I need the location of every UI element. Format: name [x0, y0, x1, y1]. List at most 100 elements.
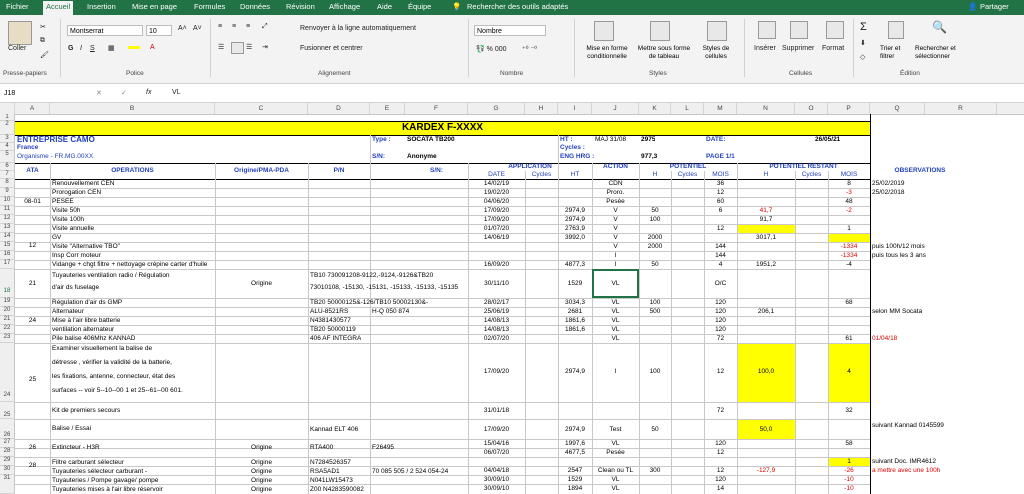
row-header[interactable]: 23: [0, 334, 15, 343]
col-header[interactable]: I: [558, 103, 592, 114]
align-bottom-icon[interactable]: ≡: [246, 23, 250, 30]
select-all[interactable]: [0, 103, 15, 114]
row-header[interactable]: 14: [0, 233, 15, 242]
orientation-icon[interactable]: ⤢: [262, 23, 268, 31]
col-header[interactable]: J: [592, 103, 639, 114]
row-header[interactable]: 31: [0, 475, 15, 494]
find-select-button[interactable]: Rechercher et sélectionner: [915, 45, 971, 61]
row-header[interactable]: 17: [0, 260, 15, 269]
row-header[interactable]: 10: [0, 197, 15, 206]
row-header[interactable]: 13: [0, 224, 15, 233]
border-icon[interactable]: ▦: [108, 44, 115, 52]
col-header[interactable]: E: [370, 103, 405, 114]
copy-icon[interactable]: ⧉: [40, 37, 45, 45]
tab-aide[interactable]: Aide: [377, 1, 392, 13]
tab-donnees[interactable]: Données: [240, 1, 270, 13]
enter-icon[interactable]: ✓: [121, 89, 127, 97]
spreadsheet-grid[interactable]: 1 2 3 4 5 6 7 8 9 10 11 12 13 14 15 16 1…: [0, 114, 1024, 494]
row-header[interactable]: 3: [0, 135, 15, 143]
row-header[interactable]: 1: [0, 114, 15, 121]
row-header[interactable]: 7: [0, 171, 15, 179]
tab-insertion[interactable]: Insertion: [87, 1, 116, 13]
row-header[interactable]: 26: [0, 419, 15, 439]
function-icon[interactable]: fx: [146, 89, 151, 96]
merge-center-button[interactable]: Fusionner et centrer: [300, 45, 363, 52]
row-header[interactable]: 8: [0, 179, 15, 188]
formula-input[interactable]: VL: [172, 89, 181, 96]
row-header[interactable]: 27: [0, 439, 15, 448]
font-size-select[interactable]: 10: [146, 25, 172, 36]
tab-revision[interactable]: Révision: [286, 1, 315, 13]
indent-icon[interactable]: ⇥: [262, 43, 268, 51]
currency-icon[interactable]: 💱 % 000: [476, 45, 507, 53]
underline-button[interactable]: S: [90, 45, 95, 52]
paste-button[interactable]: Coller: [8, 45, 26, 52]
wrap-text-button[interactable]: Renvoyer à la ligne automatiquement: [300, 25, 416, 32]
align-middle-icon[interactable]: ≡: [232, 23, 236, 30]
col-header[interactable]: D: [308, 103, 370, 114]
col-header[interactable]: P: [828, 103, 870, 114]
clear-icon[interactable]: ◇: [860, 53, 865, 61]
col-header[interactable]: C: [215, 103, 308, 114]
format-painter-icon[interactable]: 🖌: [40, 51, 49, 59]
font-name-select[interactable]: Montserrat: [67, 25, 143, 36]
col-header[interactable]: Q: [870, 103, 925, 114]
row-header[interactable]: 12: [0, 215, 15, 224]
row-header[interactable]: 2: [0, 121, 15, 135]
align-left-icon[interactable]: ☰: [218, 43, 224, 51]
number-format-select[interactable]: Nombre: [474, 25, 546, 36]
delete-cells-button[interactable]: Supprimer: [782, 45, 814, 52]
row-header[interactable]: 18: [0, 269, 15, 298]
row-header[interactable]: 29: [0, 457, 15, 466]
col-header[interactable]: G: [468, 103, 525, 114]
cut-icon[interactable]: ✂: [40, 23, 46, 31]
fill-icon[interactable]: ⬇: [860, 39, 866, 47]
cell-styles-button[interactable]: Styles de cellules: [699, 45, 733, 61]
fill-color-icon[interactable]: [128, 46, 140, 49]
row-header[interactable]: 5: [0, 151, 15, 163]
col-header[interactable]: O: [795, 103, 828, 114]
row-header[interactable]: 11: [0, 206, 15, 215]
row-header[interactable]: 28: [0, 448, 15, 457]
share-button[interactable]: Partager: [980, 1, 1009, 13]
col-header[interactable]: B: [50, 103, 215, 114]
name-box[interactable]: J18: [2, 88, 82, 99]
cancel-icon[interactable]: ✕: [96, 89, 102, 97]
align-right-icon[interactable]: ☰: [246, 43, 252, 51]
row-header[interactable]: 16: [0, 251, 15, 260]
col-header[interactable]: R: [925, 103, 997, 114]
col-header[interactable]: N: [737, 103, 795, 114]
format-table-button[interactable]: Mettre sous forme de tableau: [637, 45, 691, 61]
row-header[interactable]: 20: [0, 307, 15, 316]
row-header[interactable]: 24: [0, 343, 15, 402]
sort-filter-button[interactable]: Trier et filtrer: [880, 45, 914, 61]
row-header[interactable]: 30: [0, 466, 15, 475]
bold-button[interactable]: G: [68, 45, 73, 52]
paste-icon[interactable]: [8, 21, 32, 45]
conditional-format-button[interactable]: Mise en forme conditionnelle: [580, 45, 634, 61]
tab-equipe[interactable]: Équipe: [408, 1, 431, 13]
align-center-icon[interactable]: [231, 42, 244, 54]
insert-cells-button[interactable]: Insérer: [754, 45, 776, 52]
col-header[interactable]: K: [639, 103, 671, 114]
row-header[interactable]: 9: [0, 188, 15, 197]
row-header[interactable]: 6: [0, 163, 15, 171]
row-header[interactable]: 22: [0, 325, 15, 334]
sum-icon[interactable]: Σ: [860, 21, 867, 33]
tab-fichier[interactable]: Fichier: [6, 1, 29, 13]
grow-font-icon[interactable]: A˄: [178, 25, 187, 32]
tab-affichage[interactable]: Affichage: [329, 1, 360, 13]
shrink-font-icon[interactable]: A˅: [193, 25, 202, 32]
col-header[interactable]: L: [671, 103, 704, 114]
col-header[interactable]: M: [704, 103, 737, 114]
font-color-icon[interactable]: A: [150, 44, 155, 51]
action-cell[interactable]: VL: [592, 280, 639, 288]
row-header[interactable]: 25: [0, 402, 15, 419]
italic-button[interactable]: I: [80, 45, 82, 52]
row-header[interactable]: 15: [0, 242, 15, 251]
row-header[interactable]: 4: [0, 143, 15, 151]
tab-formules[interactable]: Formules: [194, 1, 225, 13]
format-cells-button[interactable]: Format: [822, 45, 844, 52]
tell-me-search[interactable]: Rechercher des outils adaptés: [467, 1, 568, 13]
col-header[interactable]: F: [405, 103, 468, 114]
